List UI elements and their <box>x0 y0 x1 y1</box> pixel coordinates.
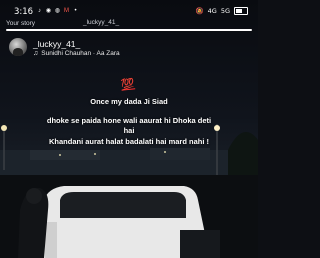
your-story-label[interactable]: Your story <box>6 20 35 27</box>
status-bar: 3:16 ♪ ◉ ◍ M • 🔕 4G 5G <box>0 0 258 20</box>
music-track: Sunidhi Chauhan · Aa Zara <box>41 50 120 57</box>
snapchat-icon: ◉ <box>45 8 52 14</box>
music-note-icon: ♫ <box>33 50 39 57</box>
story-progress-bars <box>6 29 252 31</box>
wifi-label: 4G <box>207 7 217 15</box>
caption-line-2: dhoke se paida hone wali aaurat hi Dhoka… <box>46 116 212 125</box>
story-owner-top[interactable]: _luckyy_41_ <box>83 19 119 26</box>
hundred-emoji-icon: 💯 <box>120 78 136 92</box>
status-time: 3:16 <box>14 7 34 17</box>
story-viewer: 3:16 ♪ ◉ ◍ M • 🔕 4G 5G Your story _lucky… <box>0 0 258 258</box>
dot-icon: • <box>74 7 77 14</box>
music-info[interactable]: ♫ Sunidhi Chauhan · Aa Zara <box>33 50 120 57</box>
gmail-icon: M <box>64 7 69 14</box>
signal-label: 5G <box>220 7 230 15</box>
tiktok-icon: ♪ <box>38 7 41 14</box>
system-icons: 🔕 4G 5G <box>196 7 248 15</box>
caption-line-4: Khandani aurat halat badalati hai mard n… <box>48 137 210 146</box>
avatar[interactable] <box>9 38 27 56</box>
messenger-icon: ◍ <box>54 8 61 14</box>
mute-icon: 🔕 <box>195 7 204 15</box>
story-username[interactable]: _luckyy_41_ <box>33 39 80 49</box>
battery-icon <box>234 7 248 15</box>
caption-line-1: Once my dada Ji Siad <box>90 97 168 106</box>
caption-line-3: hai <box>123 126 135 135</box>
notification-icons: ♪ ◉ ◍ M • <box>36 7 79 15</box>
story-segment <box>6 29 252 31</box>
